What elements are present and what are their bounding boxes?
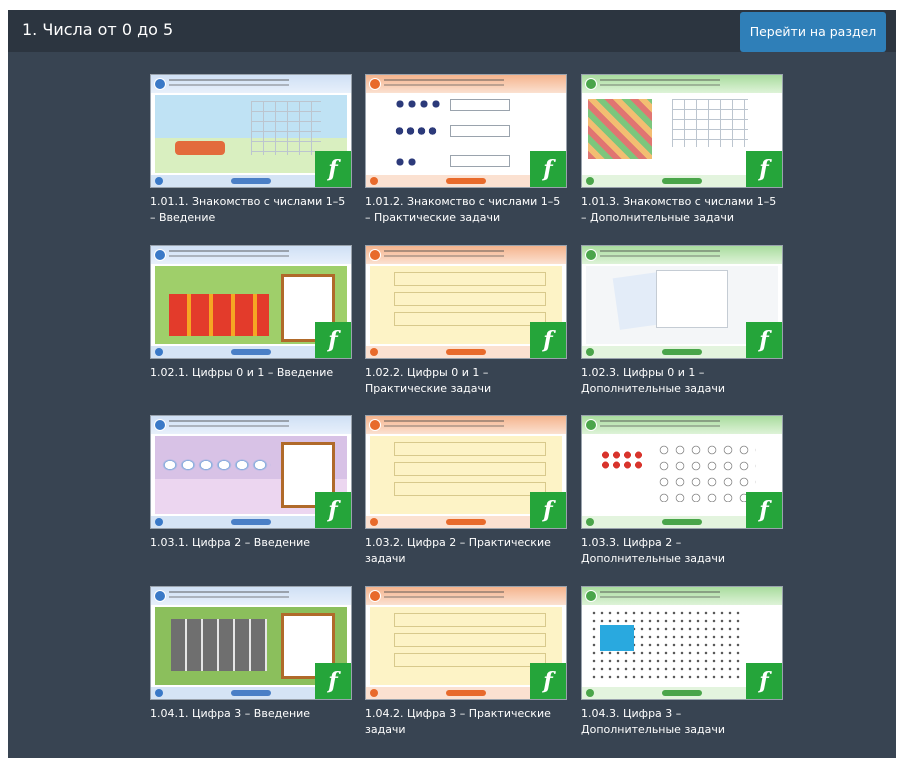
lesson-caption[interactable]: 1.02.1. Цифры 0 и 1 – Введение <box>150 365 352 381</box>
lesson-thumbnail[interactable]: f <box>581 415 783 529</box>
lesson-caption[interactable]: 1.01.3. Знакомство с числами 1–5 – Допол… <box>581 194 783 226</box>
flash-icon: f <box>530 151 566 187</box>
lesson-caption[interactable]: 1.04.1. Цифра 3 – Введение <box>150 706 352 722</box>
lesson-card[interactable]: f 1.04.1. Цифра 3 – Введение <box>150 586 352 746</box>
section-header: 1. Числа от 0 до 5 Перейти на раздел <box>8 10 896 52</box>
flash-icon: f <box>746 492 782 528</box>
lesson-caption[interactable]: 1.02.3. Цифры 0 и 1 – Дополнительные зад… <box>581 365 783 397</box>
flash-icon: f <box>530 663 566 699</box>
lesson-card[interactable]: f 1.03.2. Цифра 2 – Практические задачи <box>365 415 567 575</box>
flash-icon: f <box>746 151 782 187</box>
lesson-thumbnail[interactable]: f <box>581 586 783 700</box>
flash-icon: f <box>315 492 351 528</box>
lesson-card[interactable]: f 1.02.2. Цифры 0 и 1 – Практические зад… <box>365 245 567 405</box>
lesson-caption[interactable]: 1.03.1. Цифра 2 – Введение <box>150 535 352 551</box>
lesson-thumbnail[interactable]: f <box>365 74 567 188</box>
lesson-caption[interactable]: 1.04.2. Цифра 3 – Практические задачи <box>365 706 567 738</box>
lesson-thumbnail[interactable]: f <box>365 245 567 359</box>
lesson-card[interactable]: f 1.03.3. Цифра 2 – Дополнительные задач… <box>581 415 783 575</box>
flash-icon: f <box>315 663 351 699</box>
lesson-thumbnail[interactable]: f <box>365 415 567 529</box>
lesson-card[interactable]: f 1.01.2. Знакомство с числами 1–5 – Пра… <box>365 74 567 234</box>
lesson-card[interactable]: f 1.02.3. Цифры 0 и 1 – Дополнительные з… <box>581 245 783 405</box>
section-panel: 1. Числа от 0 до 5 Перейти на раздел f 1… <box>8 10 896 758</box>
lesson-caption[interactable]: 1.03.3. Цифра 2 – Дополнительные задачи <box>581 535 783 567</box>
flash-icon: f <box>530 492 566 528</box>
flash-icon: f <box>746 663 782 699</box>
lesson-card[interactable]: f 1.02.1. Цифры 0 и 1 – Введение <box>150 245 352 405</box>
lesson-thumbnail[interactable]: f <box>150 415 352 529</box>
flash-icon: f <box>315 322 351 358</box>
lesson-thumbnail[interactable]: f <box>365 586 567 700</box>
lesson-caption[interactable]: 1.02.2. Цифры 0 и 1 – Практические задач… <box>365 365 567 397</box>
lesson-caption[interactable]: 1.01.1. Знакомство с числами 1–5 – Введе… <box>150 194 352 226</box>
lesson-card[interactable]: f 1.01.3. Знакомство с числами 1–5 – Доп… <box>581 74 783 234</box>
lesson-card[interactable]: f 1.04.2. Цифра 3 – Практические задачи <box>365 586 567 746</box>
lesson-card[interactable]: f 1.04.3. Цифра 3 – Дополнительные задач… <box>581 586 783 746</box>
flash-icon: f <box>746 322 782 358</box>
section-title: 1. Числа от 0 до 5 <box>22 20 174 39</box>
flash-icon: f <box>315 151 351 187</box>
lesson-caption[interactable]: 1.01.2. Знакомство с числами 1–5 – Практ… <box>365 194 567 226</box>
lesson-thumbnail[interactable]: f <box>150 74 352 188</box>
flash-icon: f <box>530 322 566 358</box>
lesson-card[interactable]: f 1.03.1. Цифра 2 – Введение <box>150 415 352 575</box>
lesson-thumbnail[interactable]: f <box>150 586 352 700</box>
lesson-caption[interactable]: 1.04.3. Цифра 3 – Дополнительные задачи <box>581 706 783 738</box>
lesson-thumbnail[interactable]: f <box>581 245 783 359</box>
lesson-thumbnail[interactable]: f <box>581 74 783 188</box>
lesson-card[interactable]: f 1.01.1. Знакомство с числами 1–5 – Вве… <box>150 74 352 234</box>
lesson-caption[interactable]: 1.03.2. Цифра 2 – Практические задачи <box>365 535 567 567</box>
goto-section-button[interactable]: Перейти на раздел <box>740 12 886 52</box>
lesson-thumbnail[interactable]: f <box>150 245 352 359</box>
